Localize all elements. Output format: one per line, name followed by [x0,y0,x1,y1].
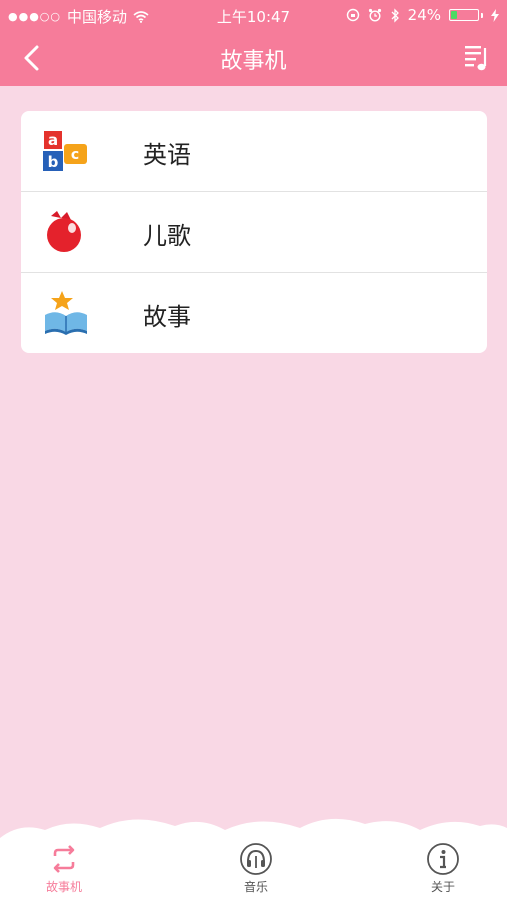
svg-text:b: b [48,153,59,171]
status-bar: ●●●○○ 中国移动 上午10:47 24% [0,0,507,32]
info-icon [427,843,459,875]
svg-text:a: a [48,131,58,149]
storybook-icon [45,291,87,335]
menu-item-songs[interactable]: 儿歌 [21,192,487,273]
battery-percent: 24% [407,6,441,24]
charging-icon [491,8,499,22]
repeat-icon [53,845,75,873]
battery-fill [451,11,457,19]
menu-item-english[interactable]: a b c 英语 [21,111,487,192]
headphone-icon [240,843,272,875]
status-right: 24% [346,6,499,24]
category-menu: a b c 英语 儿歌 故事 [21,111,487,353]
tab-music[interactable]: 音乐 [196,838,316,900]
menu-item-label: 英语 [143,141,191,169]
svg-text:c: c [71,147,79,163]
tab-bar: 故事机 音乐 关于 [0,838,507,900]
alarm-icon [368,8,381,22]
tab-about[interactable]: 关于 [383,838,503,900]
rotation-lock-icon [346,8,359,22]
menu-item-stories[interactable]: 故事 [21,273,487,353]
red-cherry-icon [47,211,81,252]
cloud-decoration [0,818,507,840]
battery-icon [449,9,483,21]
tab-story-machine[interactable]: 故事机 [4,838,124,900]
abc-blocks-icon: a b c [43,131,87,171]
tab-label: 关于 [430,880,455,894]
menu-item-label: 儿歌 [143,222,191,250]
menu-item-label: 故事 [143,303,191,331]
navigation-bar: 故事机 [0,32,507,86]
page-title: 故事机 [220,49,287,74]
music-list-icon[interactable] [463,42,491,74]
tab-label: 音乐 [243,880,268,894]
tab-label: 故事机 [45,880,82,894]
bluetooth-icon [391,7,399,23]
